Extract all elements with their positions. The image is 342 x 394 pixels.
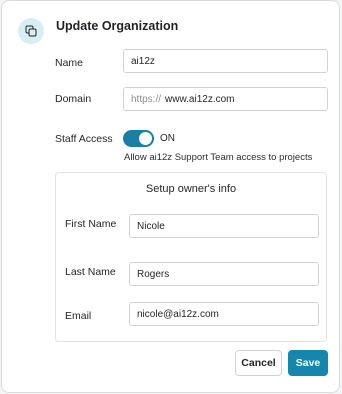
staff-access-state: ON bbox=[160, 133, 175, 144]
owner-section-title: Setup owner's info bbox=[145, 183, 237, 195]
email-value: nicole@ai12z.com bbox=[137, 308, 219, 320]
domain-field[interactable]: https:// www.ai12z.com bbox=[123, 87, 328, 111]
dialog-title: Update Organization bbox=[56, 19, 179, 33]
staff-access-help: Allow ai12z Support Team access to proje… bbox=[124, 152, 313, 163]
cancel-button[interactable]: Cancel bbox=[235, 350, 282, 376]
last-name-label: Last Name bbox=[65, 266, 116, 278]
copy-icon bbox=[18, 18, 44, 44]
name-field[interactable]: ai12z bbox=[123, 49, 328, 73]
name-label: Name bbox=[55, 57, 84, 69]
last-name-value: Rogers bbox=[137, 268, 170, 280]
save-button[interactable]: Save bbox=[288, 350, 328, 376]
name-value: ai12z bbox=[131, 55, 155, 67]
first-name-label: First Name bbox=[65, 218, 117, 230]
domain-label: Domain bbox=[55, 93, 92, 105]
staff-access-label: Staff Access bbox=[55, 133, 113, 145]
update-organization-dialog: Update Organization Name ai12z Domain ht… bbox=[1, 0, 340, 393]
owner-info-section: Setup owner's info First Name Nicole Las… bbox=[55, 172, 327, 342]
staff-access-toggle[interactable] bbox=[123, 130, 154, 147]
domain-value: www.ai12z.com bbox=[165, 93, 235, 105]
email-label: Email bbox=[65, 310, 92, 322]
first-name-field[interactable]: Nicole bbox=[129, 214, 319, 238]
toggle-knob bbox=[139, 132, 152, 145]
first-name-value: Nicole bbox=[137, 220, 165, 232]
email-field[interactable]: nicole@ai12z.com bbox=[129, 302, 319, 326]
last-name-field[interactable]: Rogers bbox=[129, 262, 319, 286]
domain-prefix: https:// bbox=[131, 93, 162, 105]
